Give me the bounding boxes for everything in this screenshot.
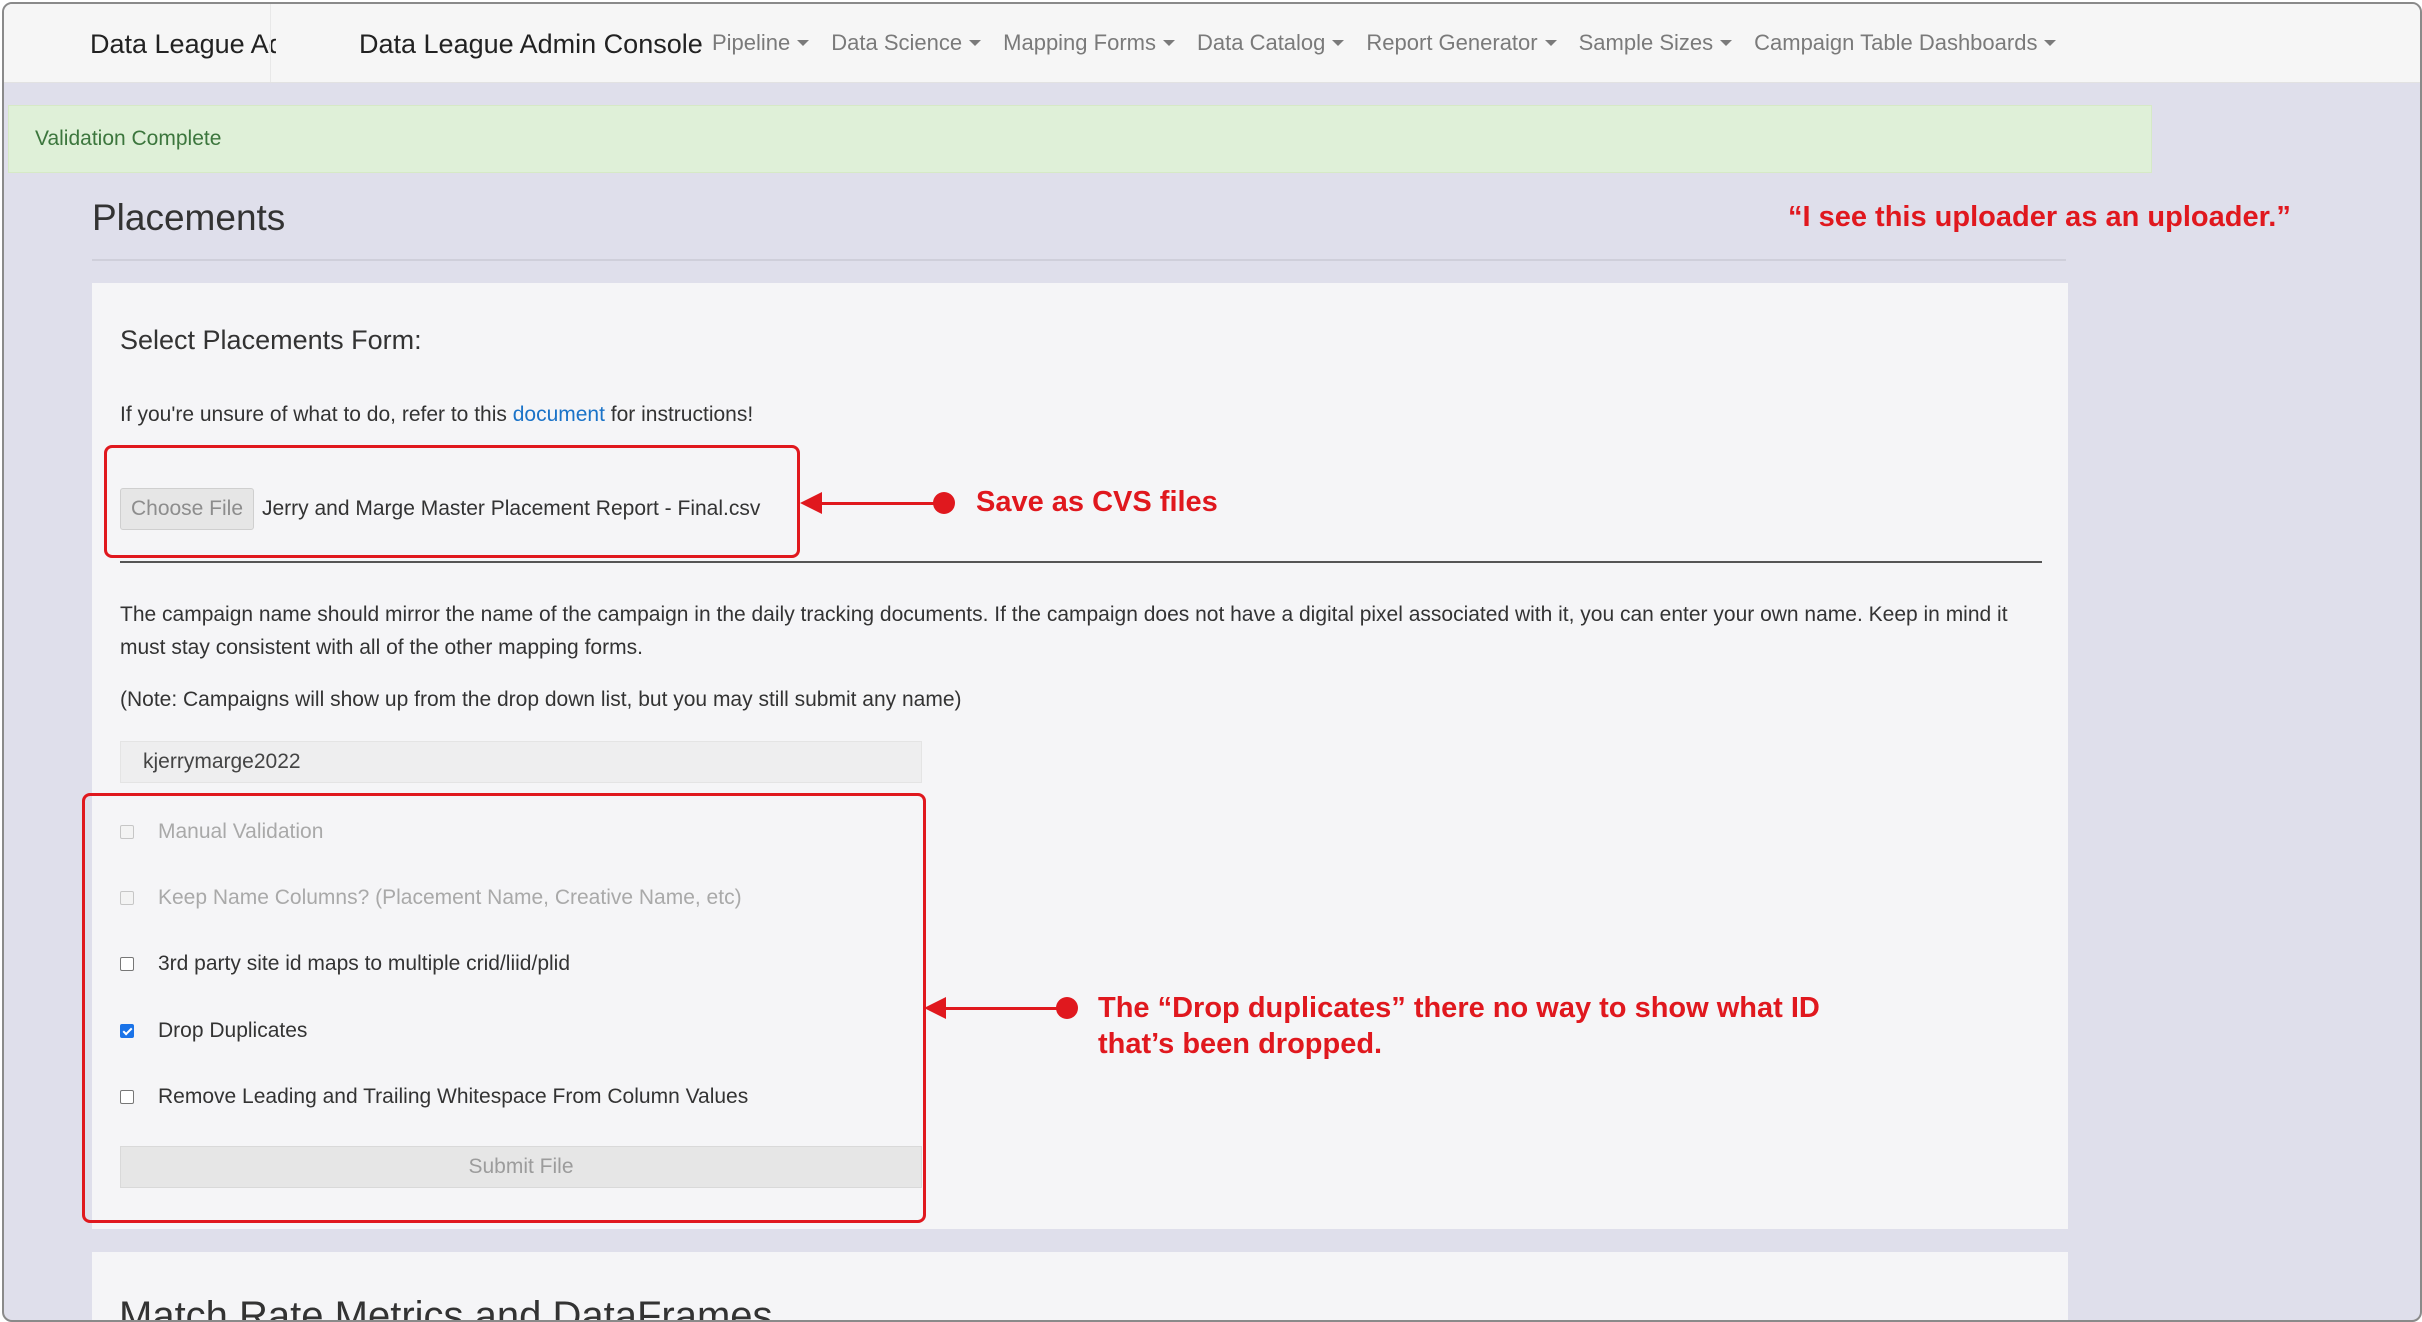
- form-title: Select Placements Form:: [120, 325, 422, 355]
- nav-data-catalog-dropdown[interactable]: Data Catalog: [1196, 30, 1345, 56]
- caret-down-icon: [1332, 40, 1345, 46]
- annotation-file-note: Save as CVS files: [976, 486, 1218, 518]
- nav-item-label: Pipeline: [712, 30, 791, 55]
- campaign-help-text: The campaign name should mirror the name…: [120, 603, 2008, 659]
- top-navbar: Data League Admin Console Data League Ad…: [4, 4, 2420, 83]
- navbar-brand[interactable]: Data League Admin Console: [359, 29, 703, 60]
- validation-alert: Validation Complete: [8, 105, 2152, 173]
- navbar-brand-truncated[interactable]: Data League Admin Console: [90, 29, 276, 60]
- caret-down-icon: [1720, 40, 1733, 46]
- annotation-box-file: [104, 445, 800, 558]
- nav-pipeline-dropdown[interactable]: Pipeline: [712, 30, 810, 56]
- nav-item-label: Campaign Table Dashboards: [1754, 30, 2038, 55]
- caret-down-icon: [1544, 40, 1557, 46]
- match-rate-panel: Match Rate Metrics and DataFrames: [92, 1252, 2068, 1322]
- app-window: Data League Admin Console Data League Ad…: [2, 2, 2422, 1322]
- form-divider: [120, 561, 2042, 563]
- navbar-divider: [270, 4, 271, 82]
- caret-down-icon: [797, 40, 810, 46]
- annotation-arrow-line: [944, 1007, 1064, 1010]
- title-divider: [92, 259, 2066, 261]
- annotation-dot-icon: [1056, 997, 1078, 1019]
- nav-item-label: Data Catalog: [1196, 30, 1326, 55]
- nav-item-label: Data Science: [831, 30, 963, 55]
- annotation-line-1: The “Drop duplicates” there no way to sh…: [1098, 992, 1820, 1024]
- page-title: Placements: [92, 197, 286, 238]
- nav-sample-sizes-dropdown[interactable]: Sample Sizes: [1579, 30, 1733, 56]
- caret-down-icon: [2044, 40, 2057, 46]
- arrowhead-icon: [924, 997, 946, 1019]
- nav-item-label: Sample Sizes: [1578, 30, 1714, 55]
- nav-item-label: Mapping Forms: [1003, 30, 1156, 55]
- campaign-note: (Note: Campaigns will show up from the d…: [120, 688, 962, 711]
- nav-data-science-dropdown[interactable]: Data Science: [831, 30, 982, 56]
- annotation-arrow-line: [820, 502, 940, 505]
- annotation-duplicates-note: The “Drop duplicates” there no way to sh…: [1098, 990, 1820, 1062]
- nav-campaign-table-dashboards-dropdown[interactable]: Campaign Table Dashboards: [1754, 30, 2057, 56]
- annotation-dot-icon: [933, 492, 955, 514]
- caret-down-icon: [969, 40, 982, 46]
- arrowhead-icon: [800, 492, 822, 514]
- document-link[interactable]: document: [513, 403, 605, 426]
- instructions-text: If you're unsure of what to do, refer to…: [120, 403, 753, 427]
- annotation-quote: “I see this uploader as an uploader.”: [1788, 201, 2291, 233]
- section-title-match-rate: Match Rate Metrics and DataFrames: [119, 1294, 773, 1322]
- annotation-line-2: that’s been dropped.: [1098, 1028, 1383, 1060]
- nav-item-label: Report Generator: [1366, 30, 1538, 55]
- nav-mapping-forms-dropdown[interactable]: Mapping Forms: [1003, 30, 1175, 56]
- nav-menu: Pipeline Data Science Mapping Forms Data…: [712, 4, 2078, 82]
- caret-down-icon: [1162, 40, 1175, 46]
- instructions-suffix: for instructions!: [604, 403, 754, 426]
- campaign-name-input[interactable]: [120, 741, 922, 783]
- annotation-box-options: [82, 793, 926, 1223]
- instructions-prefix: If you're unsure of what to do, refer to…: [120, 403, 513, 426]
- nav-report-generator-dropdown[interactable]: Report Generator: [1366, 30, 1557, 56]
